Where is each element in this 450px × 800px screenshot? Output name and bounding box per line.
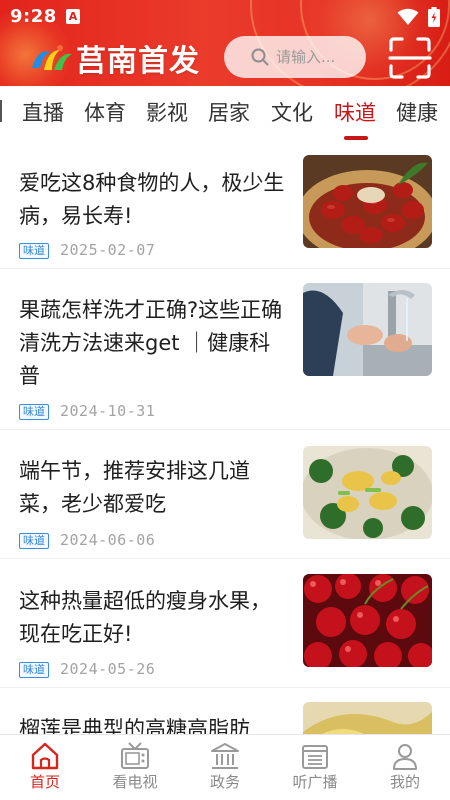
home-icon (31, 742, 59, 770)
app-logo-icon (32, 45, 72, 70)
notification-badge: A (66, 9, 80, 24)
nav-label: 听广播 (292, 773, 338, 791)
tab-divider (0, 100, 2, 122)
tab-health[interactable]: 健康 (396, 97, 438, 127)
category-tag: 味道 (19, 243, 49, 259)
article-date: 2025-02-07 (60, 241, 156, 259)
wifi-icon (397, 8, 419, 25)
article-thumbnail (303, 446, 432, 539)
active-tab-indicator (344, 136, 368, 140)
tab-culture[interactable]: 文化 (271, 97, 313, 127)
nav-label: 我的 (389, 773, 420, 791)
search-box[interactable] (224, 36, 366, 78)
article-title: 爱吃这8种食物的人，极少生病，易长寿! (19, 171, 285, 228)
tab-taste[interactable]: 味道 (334, 97, 376, 127)
article-date: 2024-06-06 (60, 531, 156, 549)
nav-government[interactable]: 政务 (180, 735, 270, 800)
category-tag: 味道 (19, 404, 49, 420)
category-tag: 味道 (19, 662, 49, 678)
tab-live[interactable]: 直播 (22, 97, 64, 127)
article-thumbnail (303, 702, 432, 734)
list-item[interactable]: 榴莲是典型的高糖高脂肪 (0, 689, 450, 734)
list-item[interactable]: 这种热量超低的瘦身水果，现在吃正好! 味道 2024-05-26 (0, 560, 450, 688)
tv-icon (121, 742, 149, 769)
app-title: 莒南首发 (76, 44, 200, 79)
scan-icon[interactable] (388, 36, 432, 80)
list-item[interactable]: 爱吃这8种食物的人，极少生病，易长寿! 味道 2025-02-07 (0, 142, 450, 269)
nav-radio[interactable]: 听广播 (270, 735, 360, 800)
app-header: 9:28 A 莒南首发 (0, 0, 450, 86)
stir-fry-dish-photo (303, 446, 432, 539)
tab-sports[interactable]: 体育 (84, 97, 126, 127)
news-feed: 爱吃这8种食物的人，极少生病，易长寿! 味道 2025-02-07 果蔬怎样洗才… (0, 142, 450, 734)
list-item[interactable]: 果蔬怎样洗才正确?这些正确清洗方法速来get ｜健康科普 味道 2024-10-… (0, 270, 450, 430)
durian-photo (303, 702, 432, 734)
search-input[interactable] (276, 36, 362, 78)
article-thumbnail (303, 155, 432, 248)
status-time: 9:28 (10, 6, 57, 27)
article-title: 端午节，推荐安排这几道菜，老少都爱吃 (19, 459, 250, 516)
category-tag: 味道 (19, 533, 49, 549)
tab-film[interactable]: 影视 (146, 97, 188, 127)
article-title: 榴莲是典型的高糖高脂肪 (19, 717, 250, 734)
article-date: 2024-05-26 (60, 660, 156, 678)
list-item[interactable]: 端午节，推荐安排这几道菜，老少都爱吃 味道 2024-06-06 (0, 431, 450, 559)
washing-vegetables-photo (303, 283, 432, 376)
nav-label: 首页 (29, 773, 60, 791)
tab-home-living[interactable]: 居家 (208, 97, 250, 127)
article-title: 果蔬怎样洗才正确?这些正确清洗方法速来get ｜健康科普 (19, 298, 283, 388)
cherries-photo (303, 574, 432, 667)
nav-profile[interactable]: 我的 (360, 735, 450, 800)
nav-label: 政务 (209, 773, 240, 791)
nav-label: 看电视 (112, 773, 158, 791)
user-icon (393, 744, 417, 770)
article-thumbnail (303, 283, 432, 376)
government-icon (211, 743, 239, 769)
nav-home[interactable]: 首页 (0, 735, 90, 800)
search-icon (251, 48, 269, 66)
status-bar: 9:28 A (0, 0, 450, 34)
red-dates-photo (303, 155, 432, 248)
radio-icon (302, 745, 328, 769)
nav-tv[interactable]: 看电视 (90, 735, 180, 800)
battery-icon (428, 7, 440, 27)
bottom-navigation: 首页 看电视 政务 听广播 我的 (0, 734, 450, 800)
article-date: 2024-10-31 (60, 402, 156, 420)
article-title: 这种热量超低的瘦身水果，现在吃正好! (19, 589, 271, 646)
article-thumbnail (303, 574, 432, 667)
